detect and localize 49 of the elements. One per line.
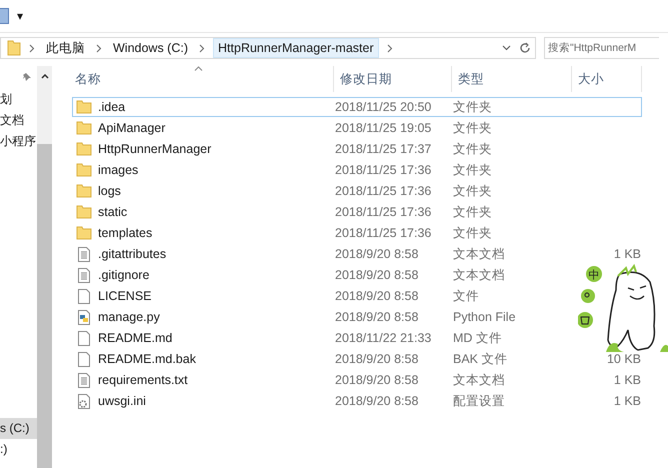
file-name: images — [98, 163, 138, 177]
file-size: 1 KB — [614, 394, 641, 408]
modified-date: 2018/11/25 17:36 — [335, 184, 432, 198]
file-type: 文件夹 — [453, 100, 492, 114]
modified-date: 2018/11/25 19:05 — [335, 121, 432, 135]
file-name: static — [98, 205, 128, 219]
modified-date: 2018/11/25 20:50 — [335, 100, 432, 114]
modified-date: 2018/11/25 17:37 — [335, 142, 432, 156]
file-name: .idea — [98, 100, 126, 114]
file-name: logs — [98, 184, 121, 198]
file-name: HttpRunnerManager — [98, 142, 212, 156]
modified-date: 2018/11/25 17:36 — [335, 205, 432, 219]
file-type: 文件夹 — [453, 142, 492, 156]
modified-date: 2018/9/20 8:58 — [335, 268, 418, 282]
modified-date: 2018/11/25 17:36 — [335, 226, 432, 240]
file-name: uwsgi.ini — [98, 394, 146, 408]
file-name: templates — [98, 226, 152, 240]
file-type: MD 文件 — [453, 330, 502, 344]
file-type: 配置设置 — [453, 394, 505, 408]
file-name: LICENSE — [98, 289, 152, 303]
modified-date: 2018/9/20 8:58 — [335, 247, 418, 261]
file-size: 10 KB — [606, 352, 641, 366]
file-type: 文件夹 — [453, 204, 492, 218]
file-type: 文件夹 — [453, 120, 492, 134]
file-type: 文本文档 — [453, 372, 505, 386]
file-name: .gitignore — [98, 268, 150, 282]
file-name: requirements.txt — [98, 373, 188, 387]
modified-date: 2018/9/20 8:58 — [335, 310, 418, 324]
file-name: README.md — [98, 331, 172, 345]
file-name: ApiManager — [98, 121, 166, 135]
file-type: Python File — [453, 310, 516, 324]
modified-date: 2018/9/20 8:58 — [335, 373, 418, 387]
file-name: manage.py — [98, 310, 160, 324]
file-type: 文件 — [453, 288, 479, 302]
file-type: 文本文档 — [453, 268, 505, 282]
file-size: 1 KB — [614, 247, 641, 261]
file-name: README.md.bak — [98, 352, 196, 366]
modified-date: 2018/9/20 8:58 — [335, 394, 418, 408]
file-type: 文件夹 — [453, 184, 492, 198]
modified-date: 2018/9/20 8:58 — [335, 289, 418, 303]
file-name: .gitattributes — [98, 247, 166, 261]
file-type: 文件夹 — [453, 226, 492, 240]
file-type: BAK 文件 — [453, 352, 508, 366]
modified-date: 2018/11/22 21:33 — [335, 331, 432, 345]
file-type: 文本文档 — [453, 246, 505, 260]
file-size: 1 KB — [614, 373, 641, 387]
modified-date: 2018/11/25 17:36 — [335, 163, 432, 177]
file-type: 文件夹 — [453, 162, 492, 176]
modified-date: 2018/9/20 8:58 — [335, 352, 418, 366]
